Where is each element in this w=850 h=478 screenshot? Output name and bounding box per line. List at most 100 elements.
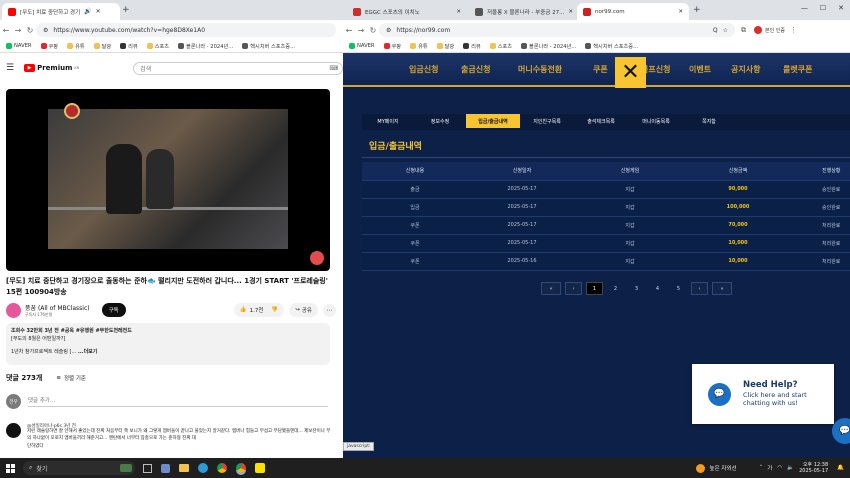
volume-icon[interactable]: 🔈 <box>787 465 794 471</box>
page-button-active[interactable]: 1 <box>586 282 603 295</box>
page-button[interactable]: 3 <box>628 282 645 295</box>
page-button[interactable]: 5 <box>670 282 687 295</box>
minimize-icon[interactable]: — <box>801 4 808 12</box>
page-prev-button[interactable]: ‹ <box>565 282 582 295</box>
keyboard-icon[interactable]: ⌨ <box>329 65 338 72</box>
profile-button[interactable]: 본인 인증 <box>754 26 785 34</box>
subtab-edit-info[interactable]: 정보수정 <box>414 114 466 128</box>
file-explorer-icon[interactable] <box>179 464 189 472</box>
notification-icon[interactable]: 🔔 <box>837 465 844 471</box>
page-button[interactable]: 2 <box>607 282 624 295</box>
nav-item-withdraw[interactable]: 출금신청 <box>461 64 518 75</box>
nav-item-roulette[interactable]: 룰렛쿠폰 <box>783 64 833 75</box>
close-tab-icon[interactable]: ✕ <box>568 9 573 15</box>
subscribe-button[interactable]: 구독 <box>101 303 126 317</box>
subtab-messages[interactable]: 쪽지함 <box>684 114 734 128</box>
bookmark-item[interactable]: 달광 <box>436 43 454 50</box>
maximize-icon[interactable]: ☐ <box>820 4 826 12</box>
close-window-icon[interactable]: ✕ <box>838 4 844 12</box>
close-popup-icon[interactable]: ✕ <box>615 57 646 88</box>
site-info-icon[interactable]: ⚙ <box>43 27 48 34</box>
search-input[interactable]: 검색 ⌨ <box>133 61 343 75</box>
chat-launcher-icon[interactable]: 💬 <box>832 418 850 444</box>
sort-button[interactable]: ≡ 정렬 기준 <box>56 374 86 382</box>
back-icon[interactable]: ← <box>0 26 12 35</box>
forward-icon[interactable]: → <box>355 26 367 35</box>
page-first-button[interactable]: « <box>541 282 561 295</box>
url-bar[interactable]: ⚙ https://www.youtube.com/watch?v=hge8D8… <box>36 23 336 37</box>
close-tab-icon[interactable]: ✕ <box>96 8 101 15</box>
commenter-avatar[interactable] <box>6 423 21 438</box>
tab-youtube[interactable]: [무도] 치료 중단하고 경기 🔊 ✕ <box>2 3 120 20</box>
bookmark-item[interactable]: 유튜 <box>67 43 85 50</box>
like-button[interactable]: 👍 1.7천 👎 <box>233 303 285 317</box>
reload-icon[interactable]: ↻ <box>367 26 379 35</box>
site-info-icon[interactable]: ⚙ <box>386 27 391 34</box>
bookmark-item[interactable]: 유튜 <box>410 43 428 50</box>
bookmark-item[interactable]: 헥시치버 스포츠중... <box>585 43 638 50</box>
nav-item-comp[interactable]: 콤프신청 <box>641 64 689 75</box>
taskbar-search[interactable]: ⌕ 찾기 <box>23 461 135 475</box>
thumbs-down-icon[interactable]: 👎 <box>271 307 278 313</box>
bookmark-item[interactable]: 리뷰 <box>120 43 138 50</box>
clock[interactable]: 오후 12:38 2025-05-17 <box>799 462 828 475</box>
bookmark-item[interactable]: 헥시치버 스포츠중... <box>242 43 295 50</box>
subtab-attendance[interactable]: 출석체크목록 <box>574 114 628 128</box>
ime-icon[interactable]: 가 <box>767 464 772 472</box>
reload-icon[interactable]: ↻ <box>24 26 36 35</box>
bookmark-item[interactable]: NAVER <box>349 43 375 49</box>
chrome-icon[interactable] <box>217 463 227 473</box>
comment-input[interactable]: 댓글 추가... <box>28 396 328 407</box>
bookmark-item[interactable]: 쿠팡 <box>40 43 58 50</box>
zoom-icon[interactable]: Q <box>713 27 718 34</box>
url-bar[interactable]: ⚙ https://nor99.com Q ☆ <box>379 23 735 37</box>
tab-blog[interactable]: 저울롱 X 블론나라 - 부중금 27... ✕ <box>469 3 575 20</box>
new-tab-button[interactable]: + <box>693 5 701 15</box>
edge-icon[interactable] <box>198 463 208 473</box>
weather-label[interactable]: 높은 자외선 <box>710 464 737 472</box>
bookmark-item[interactable]: 스포츠 <box>146 43 169 50</box>
bookmark-item[interactable]: 블론나라 - 2024년... <box>521 43 576 50</box>
tray-chevron-icon[interactable]: ˄ <box>760 465 763 471</box>
star-icon[interactable]: ☆ <box>723 27 728 34</box>
bookmark-item[interactable]: 리뷰 <box>463 43 481 50</box>
video-player[interactable] <box>6 89 330 271</box>
chrome-active-icon[interactable] <box>236 463 246 473</box>
extensions-icon[interactable]: ⧉ <box>741 26 746 35</box>
more-actions-icon[interactable]: ⋯ <box>323 303 336 317</box>
back-icon[interactable]: ← <box>343 26 355 35</box>
windows-start-icon[interactable] <box>6 463 15 473</box>
page-button[interactable]: 4 <box>649 282 666 295</box>
bookmark-item[interactable]: NAVER <box>6 43 32 49</box>
nav-item-deposit[interactable]: 입금신청 <box>409 64 461 75</box>
weather-icon[interactable] <box>695 463 705 473</box>
bookmark-item[interactable]: 스포츠 <box>489 43 512 50</box>
channel-name[interactable]: 풍꿈 (All of MBClassic) <box>25 303 90 312</box>
tab-nor99[interactable]: nor99.com ✕ <box>577 3 689 20</box>
subtab-mypage[interactable]: MY페이지 <box>362 114 414 128</box>
channel-avatar[interactable] <box>6 302 21 318</box>
new-tab-button[interactable]: + <box>122 5 130 15</box>
task-view-icon[interactable] <box>143 463 152 473</box>
menu-icon[interactable]: ☰ <box>6 63 14 73</box>
chat-widget[interactable]: 💬 Need Help? Click here and start chatti… <box>692 364 834 424</box>
close-tab-icon[interactable]: ✕ <box>678 9 683 15</box>
page-last-button[interactable]: » <box>712 282 732 295</box>
nav-item-notice[interactable]: 공지사항 <box>731 64 783 75</box>
subtab-deposit-history[interactable]: 입금/출금내역 <box>466 114 520 128</box>
widgets-icon[interactable] <box>161 463 170 473</box>
wifi-icon[interactable]: ◠ <box>777 465 782 471</box>
description-box[interactable]: 조회수 32만회 3년 전 #공옥 #유행원 #무한도전레전드 [무도의 8월은… <box>6 323 330 365</box>
subtab-friends[interactable]: 지인친구목록 <box>520 114 574 128</box>
share-button[interactable]: ↪ 공유 <box>289 303 318 317</box>
nav-item-event[interactable]: 이벤트 <box>689 64 731 75</box>
bookmark-item[interactable]: 블론나라 - 2024년... <box>178 43 233 50</box>
tab-eggc[interactable]: EGGC 스포츠의 이치노 ✕ <box>347 3 467 20</box>
forward-icon[interactable]: → <box>12 26 24 35</box>
bookmark-item[interactable]: 달광 <box>93 43 111 50</box>
more-link[interactable]: ...더보기 <box>78 349 98 355</box>
youtube-logo[interactable]: ▶ Premium KR <box>24 64 79 72</box>
bookmark-item[interactable]: 쿠팡 <box>383 43 401 50</box>
nav-item-money-convert[interactable]: 머니수동전환 <box>518 64 593 75</box>
menu-dots-icon[interactable]: ⋮ <box>790 26 797 34</box>
